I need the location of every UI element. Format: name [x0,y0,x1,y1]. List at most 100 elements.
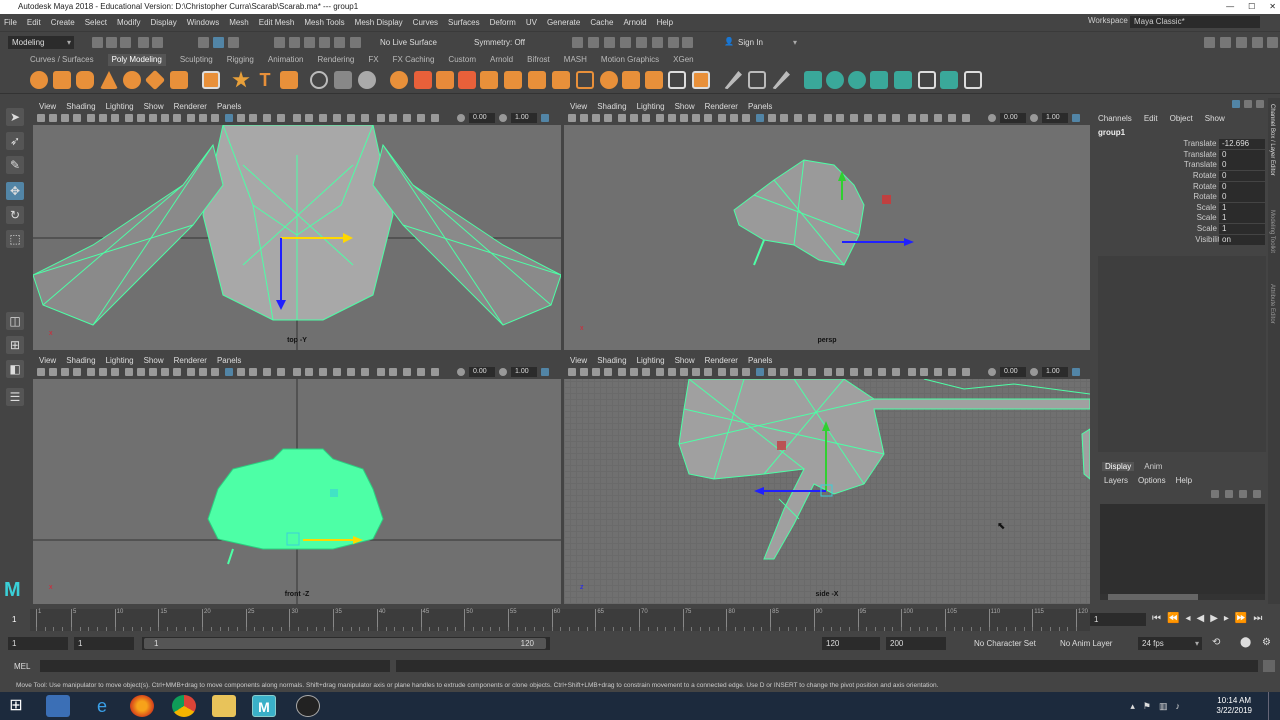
bookmark-icon[interactable] [61,114,69,122]
camera-icon[interactable] [568,368,576,376]
menu-generate[interactable]: Generate [547,18,580,27]
viewport-menu-renderer[interactable]: Renderer [174,102,207,111]
viewport-menu-view[interactable]: View [570,102,587,111]
menu-select[interactable]: Select [85,18,107,27]
planar-mapping-icon[interactable] [804,71,822,89]
bookmark-icon[interactable] [592,114,600,122]
viewport-menu-renderer[interactable]: Renderer [174,356,207,365]
tray-expand-icon[interactable]: ▴ [1130,701,1135,712]
render-view-icon[interactable] [588,37,599,48]
select-camera-icon[interactable] [333,368,341,376]
smooth-shade-icon[interactable] [137,368,145,376]
shelf-tab-bifrost[interactable]: Bifrost [527,54,550,66]
smooth-icon[interactable] [358,71,376,89]
shelf-tab-mash[interactable]: MASH [564,54,587,66]
open-scene-icon[interactable] [106,37,117,48]
xray-joints-icon[interactable] [249,114,257,122]
menu-uv[interactable]: UV [526,18,537,27]
shelf-tab-curves-surfaces[interactable]: Curves / Surfaces [30,54,94,66]
camera-attributes-icon[interactable] [49,368,57,376]
internet-explorer-icon[interactable]: e [90,695,114,717]
viewport-canvas-side[interactable]: z ⬉ [564,378,1090,604]
use-all-lights-icon[interactable] [704,368,712,376]
cylindrical-mapping-icon[interactable] [826,71,844,89]
menu-deform[interactable]: Deform [490,18,516,27]
motion-blur-icon[interactable] [211,114,219,122]
new-empty-layer-icon[interactable] [1239,490,1247,498]
shadows-icon[interactable] [718,368,726,376]
safe-title-icon[interactable] [836,114,844,122]
auto-key-icon[interactable]: ⬤ [1240,637,1251,648]
xray-icon[interactable] [768,114,776,122]
go-to-end-icon[interactable]: ⏭ [1253,613,1262,624]
frame-all-icon[interactable] [878,368,886,376]
viewport-menu-show[interactable]: Show [144,356,164,365]
color-management-icon[interactable] [1072,114,1080,122]
shelf-tab-custom[interactable]: Custom [448,54,476,66]
gamma-field[interactable]: 1.00 [1042,367,1068,377]
frame-selection-icon[interactable] [892,368,900,376]
viewport-menu-lighting[interactable]: Lighting [637,102,665,111]
wireframe-on-shaded-icon[interactable] [680,114,688,122]
gate-mask-icon[interactable] [263,368,271,376]
quad-draw-icon[interactable] [645,71,663,89]
exposure-icon[interactable] [377,114,385,122]
new-scene-icon[interactable] [92,37,103,48]
gamma-field[interactable]: 1.00 [511,367,537,377]
aa-icon[interactable] [934,114,942,122]
exposure-field[interactable]: 0.00 [469,113,495,123]
shelf-tab-poly-modeling[interactable]: Poly Modeling [107,54,166,66]
channel-edit-menu[interactable]: Edit [1144,114,1158,123]
exposure-toggle-icon[interactable] [457,114,465,122]
shelf-tab-animation[interactable]: Animation [268,54,304,66]
viewport-menu-panels[interactable]: Panels [748,356,772,365]
textured-icon[interactable] [692,114,700,122]
combine-icon[interactable] [310,71,328,89]
viewport-menu-shading[interactable]: Shading [597,356,626,365]
layer-tab-anim[interactable]: Anim [1144,462,1162,471]
minimize-icon[interactable]: — [1226,0,1234,14]
layer-options-menu[interactable]: Options [1138,476,1166,485]
channel-row[interactable]: Visibility on [1156,235,1266,245]
exposure-icon[interactable] [908,368,916,376]
grid-toggle-icon[interactable] [618,368,626,376]
color-management-icon[interactable] [541,114,549,122]
move-layer-up-icon[interactable] [1211,490,1219,498]
tool-settings-icon[interactable] [1236,37,1247,48]
menu-file[interactable]: File [4,18,17,27]
grid-toggle-icon[interactable] [87,368,95,376]
undo-icon[interactable] [138,37,149,48]
field-chart-icon[interactable] [808,114,816,122]
render-setup-icon[interactable] [652,37,663,48]
play-forward-icon[interactable]: ▶ [1210,613,1218,624]
viewport-canvas-top[interactable]: x [33,124,561,350]
persp-outliner-icon[interactable]: ◧ [6,360,24,378]
xray-icon[interactable] [768,368,776,376]
edit-edge-flow-icon[interactable] [772,71,790,89]
hud-icon[interactable] [850,368,858,376]
frame-selection-icon[interactable] [361,114,369,122]
hud-icon[interactable] [850,114,858,122]
gate-mask-icon[interactable] [794,114,802,122]
step-forward-key-icon[interactable]: ⏩ [1235,613,1247,624]
append-icon[interactable] [528,71,546,89]
mel-label[interactable]: MEL [14,662,30,671]
loop-icon[interactable]: ⟲ [1212,637,1220,648]
keyable-icon[interactable] [1244,100,1252,108]
mirror-icon[interactable] [436,71,454,89]
poly-cylinder-icon[interactable] [76,71,94,89]
save-scene-icon[interactable] [120,37,131,48]
layer-help-menu[interactable]: Help [1176,476,1192,485]
motion-blur-icon[interactable] [742,368,750,376]
use-all-lights-icon[interactable] [173,368,181,376]
smooth-shade-icon[interactable] [668,368,676,376]
extrude-icon[interactable] [458,71,476,89]
new-layer-from-selected-icon[interactable] [1253,490,1261,498]
channel-show-menu[interactable]: Show [1205,114,1225,123]
multi-cut-icon[interactable] [576,71,594,89]
gamma-icon[interactable] [948,114,956,122]
shelf-tab-fx-caching[interactable]: FX Caching [393,54,435,66]
rotate-tool-icon[interactable]: ↻ [6,206,24,224]
scale-tool-icon[interactable]: ⬚ [6,230,24,248]
resolution-gate-icon[interactable] [642,368,650,376]
